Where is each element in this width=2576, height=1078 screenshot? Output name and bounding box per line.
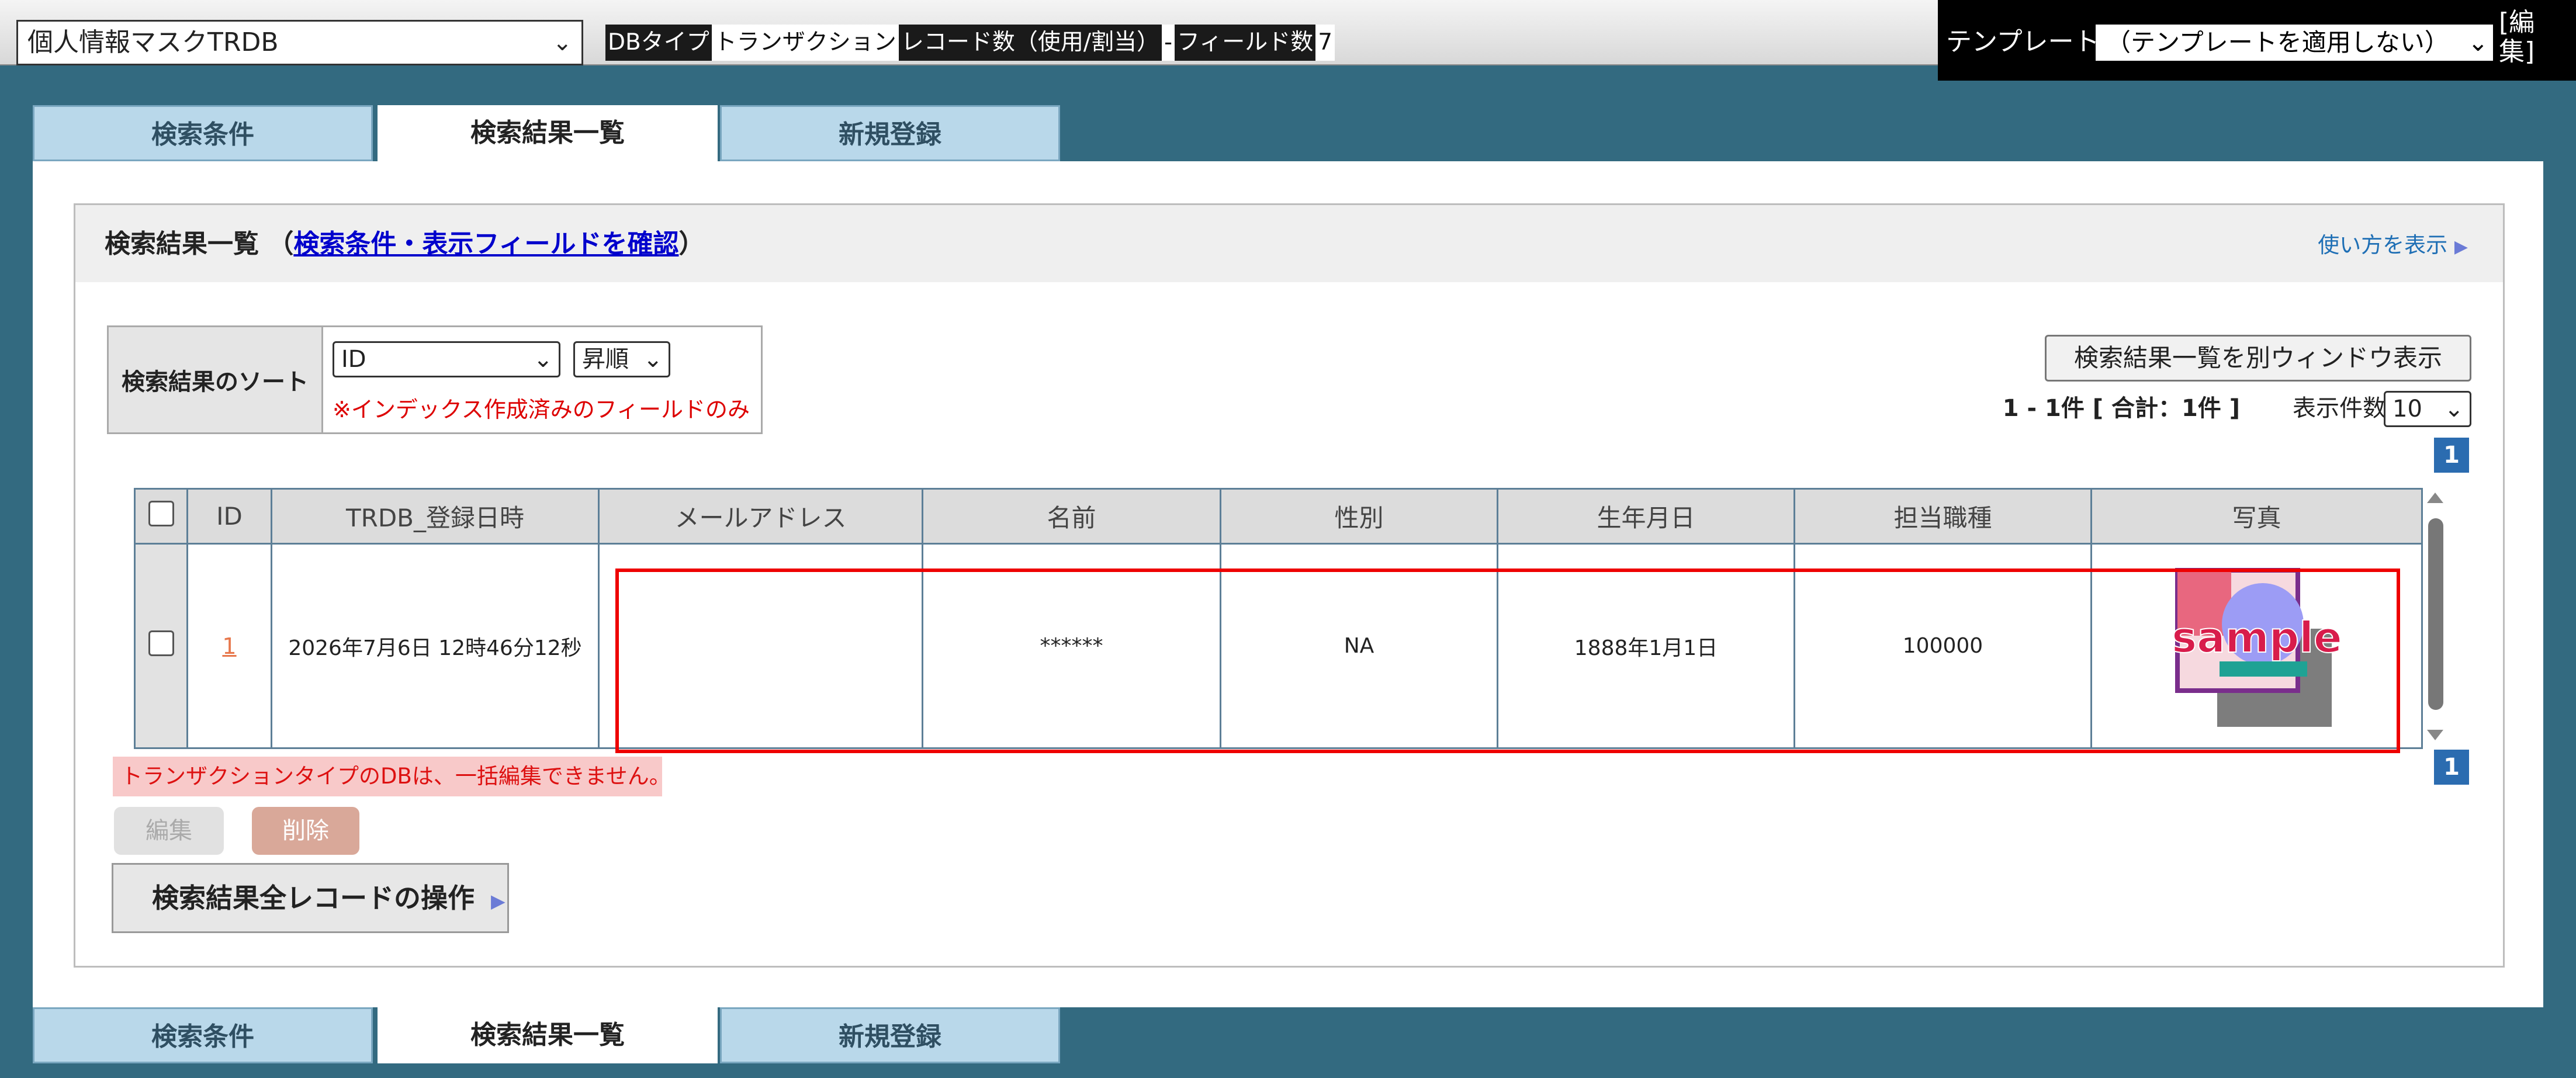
col-email[interactable]: メールアドレス bbox=[598, 488, 923, 545]
photo-text: sample bbox=[2172, 613, 2342, 662]
card-header: 検索結果一覧 （検索条件・表示フィールドを確認） 使い方を表示 ▶ bbox=[75, 205, 2503, 282]
sort-label: 検索結果のソート bbox=[109, 327, 323, 432]
db-type-value: トランザクション bbox=[711, 25, 899, 61]
table-row: 1 2026年7月6日 12時46分12秒 ****** NA 1888年1月1… bbox=[134, 543, 2423, 749]
tab-new-registration[interactable]: 新規登録 bbox=[720, 105, 1060, 161]
chevron-down-icon: ⌄ bbox=[2467, 28, 2488, 57]
col-gender[interactable]: 性別 bbox=[1220, 488, 1498, 545]
howto-link[interactable]: 使い方を表示 ▶ bbox=[2318, 231, 2468, 262]
page-title: 検索結果一覧 （検索条件・表示フィールドを確認） bbox=[105, 225, 704, 264]
col-id[interactable]: ID bbox=[186, 488, 272, 545]
sort-field-select[interactable]: ID ⌄ bbox=[333, 341, 560, 377]
chevron-down-icon: ⌄ bbox=[533, 346, 553, 373]
sort-order-select[interactable]: 昇順 ⌄ bbox=[573, 341, 670, 377]
table-header-row: ID TRDB_登録日時 メールアドレス 名前 性別 生年月日 担当職種 写真 bbox=[134, 488, 2423, 545]
template-area: テンプレート （テンプレートを適用しない） ⌄ [編集] bbox=[1938, 0, 2576, 81]
template-select-value: （テンプレートを適用しない） bbox=[2106, 28, 2449, 57]
results-card: 検索結果一覧 （検索条件・表示フィールドを確認） 使い方を表示 ▶ 検索結果のソ… bbox=[74, 203, 2505, 968]
template-edit-link[interactable]: [編集] bbox=[2499, 8, 2535, 67]
per-page-select[interactable]: 10 ⌄ bbox=[2384, 391, 2471, 427]
page-number-bottom[interactable]: 1 bbox=[2434, 750, 2469, 785]
all-records-operations-label: 検索結果全レコードの操作 bbox=[152, 882, 475, 914]
edit-button[interactable]: 編集 bbox=[114, 807, 224, 855]
sort-controls: ID ⌄ 昇順 ⌄ ※インデックス作成済みのフィールドのみ bbox=[323, 327, 761, 432]
tab-search-results-bottom[interactable]: 検索結果一覧 bbox=[378, 1007, 718, 1063]
chevron-down-icon: ⌄ bbox=[643, 346, 663, 373]
tab-search-conditions[interactable]: 検索条件 bbox=[33, 105, 373, 161]
tab-search-conditions-bottom[interactable]: 検索条件 bbox=[33, 1007, 373, 1063]
sample-image-icon: sample bbox=[2163, 558, 2350, 734]
title-suffix: ） bbox=[678, 229, 705, 259]
main-panel: 検索結果一覧 （検索条件・表示フィールドを確認） 使い方を表示 ▶ 検索結果のソ… bbox=[33, 161, 2543, 1007]
col-registered[interactable]: TRDB_登録日時 bbox=[271, 488, 600, 545]
open-new-window-button[interactable]: 検索結果一覧を別ウィンドウ表示 bbox=[2045, 335, 2471, 382]
template-label: テンプレート bbox=[1946, 27, 2100, 57]
header-checkbox-cell bbox=[134, 488, 188, 545]
sort-note: ※インデックス作成済みのフィールドのみ bbox=[333, 397, 750, 422]
row-checkbox[interactable] bbox=[148, 630, 174, 656]
cell-gender: NA bbox=[1220, 543, 1498, 749]
result-count: 1 - 1件 [ 合計：1件 ] bbox=[2002, 395, 2240, 422]
howto-label: 使い方を表示 bbox=[2318, 233, 2448, 258]
cell-name: ****** bbox=[922, 543, 1221, 749]
results-table: ID TRDB_登録日時 メールアドレス 名前 性別 生年月日 担当職種 写真 … bbox=[134, 488, 2423, 749]
chevron-down-icon: ⌄ bbox=[2444, 396, 2464, 422]
tab-new-registration-bottom[interactable]: 新規登録 bbox=[720, 1007, 1060, 1063]
page-number-top[interactable]: 1 bbox=[2434, 438, 2469, 473]
col-birthday[interactable]: 生年月日 bbox=[1497, 488, 1795, 545]
record-count-label: レコード数（使用/割当） bbox=[898, 25, 1162, 61]
chevron-down-icon: ⌄ bbox=[552, 29, 572, 56]
sort-box: 検索結果のソート ID ⌄ 昇順 ⌄ ※インデックス作成済みのフィールドのみ bbox=[107, 325, 763, 434]
cell-birthday: 1888年1月1日 bbox=[1497, 543, 1795, 749]
field-count-label: フィールド数 bbox=[1175, 25, 1316, 61]
record-id-link[interactable]: 1 bbox=[222, 633, 236, 659]
col-photo[interactable]: 写真 bbox=[2090, 488, 2423, 545]
row-checkbox-cell bbox=[134, 543, 188, 749]
template-select[interactable]: （テンプレートを適用しない） ⌄ bbox=[2096, 25, 2493, 61]
select-all-checkbox[interactable] bbox=[148, 500, 174, 526]
tab-search-results[interactable]: 検索結果一覧 bbox=[378, 105, 718, 161]
db-select[interactable]: 個人情報マスクTRDB ⌄ bbox=[16, 20, 583, 65]
sort-field-value: ID bbox=[341, 346, 366, 373]
scrollbar-thumb[interactable] bbox=[2428, 518, 2443, 710]
cell-job: 100000 bbox=[1793, 543, 2092, 749]
field-count-value: 7 bbox=[1315, 25, 1335, 61]
col-job[interactable]: 担当職種 bbox=[1793, 488, 2092, 545]
check-conditions-link[interactable]: 検索条件・表示フィールドを確認 bbox=[293, 229, 678, 259]
triangle-right-icon: ▶ bbox=[491, 890, 505, 912]
col-name[interactable]: 名前 bbox=[922, 488, 1221, 545]
per-page-value: 10 bbox=[2393, 396, 2422, 422]
cell-id: 1 bbox=[186, 543, 272, 749]
db-type-label: DBタイプ bbox=[605, 25, 712, 61]
db-select-value: 個人情報マスクTRDB bbox=[27, 27, 279, 57]
per-page-label: 表示件数 bbox=[2293, 395, 2386, 422]
record-count-value: - bbox=[1161, 25, 1175, 61]
sort-order-value: 昇順 bbox=[582, 346, 629, 373]
vertical-scrollbar[interactable] bbox=[2423, 488, 2447, 745]
db-info: DBタイプ トランザクション レコード数（使用/割当） - フィールド数 7 bbox=[605, 25, 1335, 61]
all-records-operations-button[interactable]: 検索結果全レコードの操作 ▶ bbox=[112, 863, 509, 933]
photo-thumbnail[interactable]: sample bbox=[2163, 558, 2350, 734]
delete-button[interactable]: 削除 bbox=[252, 807, 359, 855]
triangle-right-icon: ▶ bbox=[2454, 237, 2468, 257]
bulk-edit-warning: トランザクションタイプのDBは、一括編集できません。 bbox=[113, 757, 671, 796]
cell-email bbox=[598, 543, 923, 749]
title-prefix: 検索結果一覧 （ bbox=[105, 229, 294, 259]
cell-registered: 2026年7月6日 12時46分12秒 bbox=[271, 543, 600, 749]
cell-photo: sample bbox=[2090, 543, 2423, 749]
